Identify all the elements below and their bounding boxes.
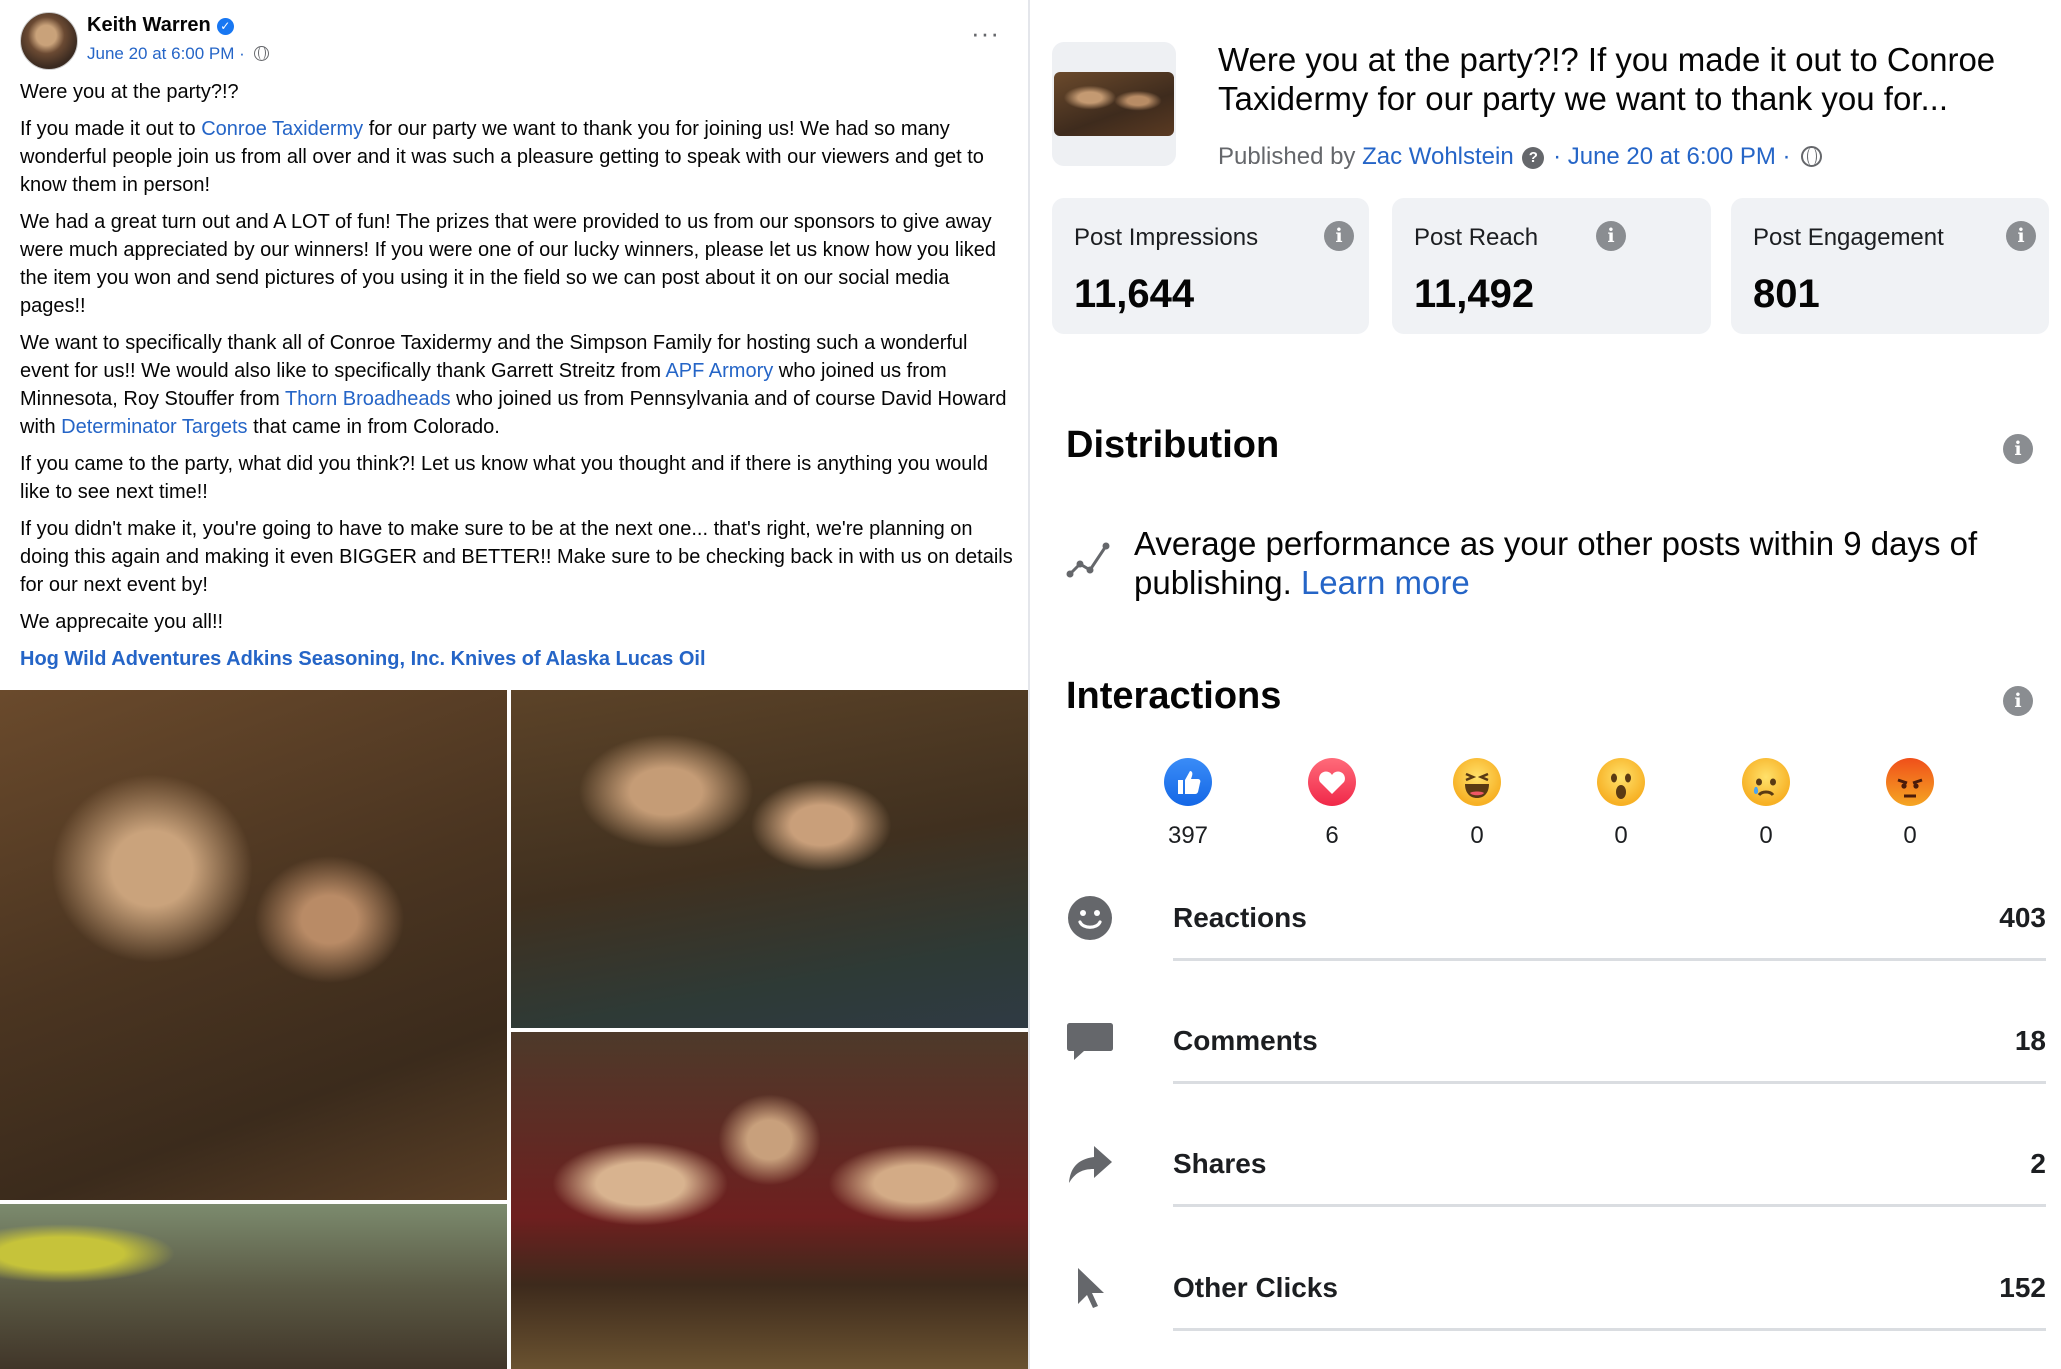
published-prefix: Published by — [1218, 143, 1363, 170]
info-icon[interactable]: i — [1596, 221, 1626, 251]
love-icon — [1308, 758, 1356, 806]
wow-icon — [1597, 758, 1645, 806]
info-icon[interactable]: i — [2003, 686, 2033, 716]
reaction-count: 6 — [1325, 822, 1339, 849]
reaction-wow: 0 — [1581, 758, 1661, 850]
page-link-determinator-targets[interactable]: Determinator Targets — [61, 416, 247, 438]
post-thumbnail — [1052, 42, 1176, 166]
page-link-conroe-taxidermy[interactable]: Conroe Taxidermy — [201, 118, 363, 140]
reaction-count: 0 — [1614, 822, 1628, 849]
post-paragraph: If you made it out to Conroe Taxidermy f… — [20, 115, 1015, 199]
stat-value: 11,644 — [1074, 272, 1195, 316]
author-name[interactable]: Keith Warren ✓ — [87, 14, 234, 37]
metric-value: 18 — [2014, 1025, 2046, 1056]
post-insights-panel: Were you at the party?!? If you made it … — [1030, 0, 2061, 1369]
date-separator: · — [239, 44, 245, 63]
metric-label: Other Clicks — [1173, 1272, 1338, 1303]
page-link-apf-armory[interactable]: APF Armory — [665, 360, 773, 382]
public-globe-icon — [253, 46, 269, 61]
reaction-count: 397 — [1167, 822, 1209, 849]
post-paragraph: Were you at the party?!? — [20, 81, 239, 103]
trend-line-icon — [1066, 542, 1110, 578]
metric-label: Reactions — [1173, 902, 1307, 933]
stat-label: Post Engagement — [1753, 224, 1944, 251]
post-date-text[interactable]: June 20 at 6:00 PM — [87, 44, 234, 63]
post-header: Keith Warren ✓ June 20 at 6:00 PM · ··· — [20, 12, 1010, 72]
author-name-text[interactable]: Keith Warren — [87, 14, 211, 36]
stat-label: Post Impressions — [1074, 224, 1259, 251]
author-avatar[interactable] — [20, 12, 78, 70]
row-divider — [1173, 1081, 2046, 1084]
published-date-link[interactable]: · June 20 at 6:00 PM · — [1553, 143, 1790, 170]
metric-value: 403 — [1999, 902, 2046, 933]
metric-value: 152 — [1999, 1272, 2046, 1303]
smile-icon — [1068, 896, 1112, 940]
publisher-link[interactable]: Zac Wohlstein — [1362, 143, 1514, 170]
post-paragraph: We apprecaite you all!! — [20, 611, 224, 633]
photo-grid — [0, 690, 1028, 1369]
metric-row-other-clicks: Other Clicks 152 — [1066, 1264, 2046, 1369]
interactions-heading: Interactions — [1066, 675, 1282, 717]
row-divider — [1173, 958, 2046, 961]
comment-icon — [1067, 1023, 1113, 1060]
angry-icon — [1886, 758, 1934, 806]
post-timestamp[interactable]: June 20 at 6:00 PM · — [87, 44, 269, 64]
distribution-heading: Distribution — [1066, 424, 1280, 466]
tagged-pages-links[interactable]: Hog Wild Adventures Adkins Seasoning, In… — [20, 645, 1015, 673]
info-icon[interactable]: i — [2006, 221, 2036, 251]
reaction-count: 0 — [1470, 822, 1484, 849]
post-paragraph: If you didn't make it, you're going to h… — [20, 518, 1013, 596]
insights-post-title: Were you at the party?!? If you made it … — [1218, 41, 1996, 117]
stat-label: Post Reach — [1414, 224, 1539, 251]
share-icon — [1069, 1146, 1112, 1183]
post-text-run: that came in from Colorado. — [247, 416, 500, 438]
metric-value: 2 — [2030, 1148, 2046, 1179]
reaction-love: 6 — [1292, 758, 1372, 850]
metric-row-reactions: Reactions 403 — [1066, 894, 2046, 1014]
reaction-angry: 0 — [1870, 758, 1950, 850]
reaction-count: 0 — [1903, 822, 1917, 849]
row-divider — [1173, 1204, 2046, 1207]
metric-label: Comments — [1173, 1025, 1318, 1056]
stat-card-post-reach: Post Reach i 11,492 — [1392, 198, 1711, 334]
post-photo[interactable] — [0, 690, 507, 1200]
cursor-icon — [1078, 1268, 1104, 1308]
more-options-button[interactable]: ··· — [971, 20, 1000, 46]
stat-value: 801 — [1753, 272, 1820, 316]
stat-value: 11,492 — [1414, 272, 1535, 316]
post-photo[interactable] — [511, 690, 1028, 1028]
sad-icon — [1742, 758, 1790, 806]
stat-card-post-engagement: Post Engagement i 801 — [1731, 198, 2049, 334]
post-text: Were you at the party?!? If you made it … — [20, 78, 1015, 682]
reaction-like: 397 — [1148, 758, 1228, 850]
reaction-haha: 0 — [1437, 758, 1517, 850]
page-link-thorn-broadheads[interactable]: Thorn Broadheads — [285, 388, 451, 410]
facebook-post: Keith Warren ✓ June 20 at 6:00 PM · ··· W… — [0, 0, 1028, 1369]
metric-label: Shares — [1173, 1148, 1267, 1179]
post-paragraph: We had a great turn out and A LOT of fun… — [20, 211, 997, 317]
metric-row-comments: Comments 18 — [1066, 1017, 2046, 1137]
row-divider — [1173, 1328, 2046, 1331]
learn-more-link[interactable]: Learn more — [1301, 564, 1470, 601]
haha-icon — [1453, 758, 1501, 806]
like-icon — [1164, 758, 1212, 806]
reaction-sad: 0 — [1726, 758, 1806, 850]
distribution-description: Average performance as your other posts … — [1134, 525, 1978, 601]
published-by-line: Published by Zac Wohlstein ? · June 20 a… — [1218, 143, 1823, 171]
help-icon[interactable]: ? — [1522, 147, 1545, 169]
distribution-text: Average performance as your other posts … — [1134, 524, 2014, 602]
info-icon[interactable]: i — [1324, 221, 1354, 251]
metric-row-shares: Shares 2 — [1066, 1140, 2046, 1260]
stat-card-post-impressions: Post Impressions i 11,644 — [1052, 198, 1369, 334]
verified-badge-icon: ✓ — [216, 18, 234, 35]
public-globe-icon — [1801, 146, 1823, 167]
post-photo[interactable] — [0, 1204, 507, 1369]
post-photo[interactable] — [511, 1032, 1028, 1369]
post-text-run: If you made it out to — [20, 118, 202, 140]
post-paragraph: We want to specifically thank all of Con… — [20, 329, 1015, 441]
post-thumbnail-image — [1054, 72, 1174, 136]
reaction-count: 0 — [1759, 822, 1773, 849]
info-icon[interactable]: i — [2003, 434, 2033, 464]
post-paragraph: If you came to the party, what did you t… — [20, 453, 988, 503]
